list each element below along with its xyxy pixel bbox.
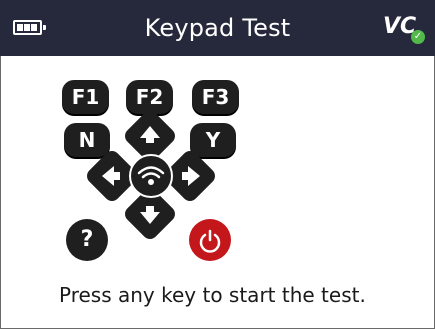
key-center[interactable] (129, 154, 173, 198)
brand-logo: VC ✓ (383, 14, 425, 44)
page-title: Keypad Test (144, 14, 291, 42)
title-bar: Keypad Test VC ✓ (0, 0, 435, 56)
instruction-text: Press any key to start the test. (59, 283, 366, 307)
check-icon: ✓ (411, 30, 425, 44)
keypad: F1 F2 F3 N Y ? (0, 56, 435, 261)
key-power[interactable] (189, 219, 231, 261)
key-help[interactable]: ? (66, 219, 108, 261)
power-icon (199, 229, 221, 253)
